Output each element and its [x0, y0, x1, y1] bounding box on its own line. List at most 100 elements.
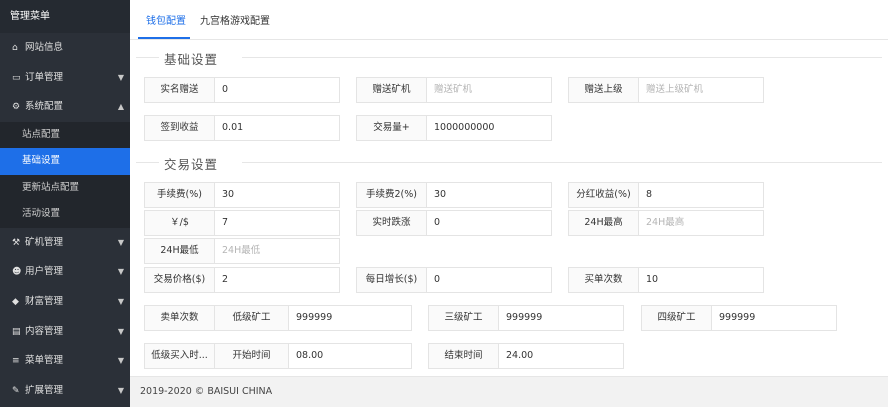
users-icon: ☻: [12, 267, 22, 278]
main-content: 钱包配置 九宫格游戏配置 基础设置 实名赠送 0 赠送矿机 赠送矿机 赠送上级 …: [130, 0, 888, 407]
24h-low-input[interactable]: 24H最低: [215, 239, 339, 263]
sidebar-item-system-config[interactable]: ⚙ 系统配置 ▲: [0, 92, 130, 122]
field-trade-volume: 交易量+ 1000000000: [356, 115, 552, 141]
sidebar-item-users[interactable]: ☻ 用户管理 ▼: [0, 257, 130, 287]
sidebar-item-wealth[interactable]: ◆ 财富管理 ▼: [0, 287, 130, 317]
sidebar-subitem-activity-settings[interactable]: 活动设置: [0, 201, 130, 228]
gift-upline-input[interactable]: 赠送上级矿机: [639, 78, 763, 102]
chevron-down-icon: ▼: [117, 267, 124, 277]
field-realtime-change: 实时跌涨 0: [356, 210, 552, 236]
checkin-reward-input[interactable]: 0.01: [215, 116, 339, 140]
chevron-down-icon: ▼: [117, 385, 124, 395]
realtime-change-input[interactable]: 0: [427, 211, 551, 235]
footer: 2019-2020 © BAISUI CHINA: [130, 376, 888, 407]
field-label: 交易价格($): [145, 268, 215, 292]
field-end-time: 结束时间 24.00: [428, 343, 624, 369]
section-divider: [242, 162, 882, 163]
field-buy-count: 买单次数 10: [568, 267, 764, 293]
section-title-basic: 基础设置: [164, 52, 219, 67]
field-fee-2: 手续费2(%) 30: [356, 182, 552, 208]
section-divider: [242, 57, 882, 58]
trade-volume-input[interactable]: 1000000000: [427, 116, 551, 140]
field-level-4-miner: 四级矿工 999999: [641, 305, 837, 331]
sidebar-subitem-basic-settings[interactable]: 基础设置: [0, 148, 130, 175]
chevron-down-icon: ▼: [117, 237, 124, 247]
field-level-3-miner: 三级矿工 999999: [428, 305, 624, 331]
credit-card-icon: ▭: [12, 72, 21, 83]
section-title-trade: 交易设置: [164, 157, 219, 172]
level-3-miner-input[interactable]: 999999: [499, 306, 623, 330]
home-icon: ⌂: [12, 43, 18, 53]
fee-input[interactable]: 30: [215, 183, 339, 207]
field-gift-miner: 赠送矿机 赠送矿机: [356, 77, 552, 103]
dividend-input[interactable]: 8: [639, 183, 763, 207]
gift-miner-input[interactable]: 赠送矿机: [427, 78, 551, 102]
field-label: 交易量+: [357, 116, 427, 140]
sidebar-subitem-site-config[interactable]: 站点配置: [0, 121, 130, 149]
sidebar-item-miners[interactable]: ⚒ 矿机管理 ▼: [0, 228, 130, 258]
field-label: 每日增长($): [357, 268, 427, 292]
section-divider: [136, 162, 159, 163]
field-exchange-rate: ￥/$ 7: [144, 210, 340, 236]
field-label: 卖单次数: [145, 306, 215, 330]
field-low-buy-time: 低级买入时... 开始时间 08.00: [144, 343, 412, 369]
field-label: 买单次数: [569, 268, 639, 292]
end-time-input[interactable]: 24.00: [499, 344, 623, 368]
sidebar-item-label: 扩展管理: [25, 384, 64, 396]
sidebar-item-label: 矿机管理: [25, 236, 64, 248]
field-daily-growth: 每日增长($) 0: [356, 267, 552, 293]
sidebar-item-content[interactable]: ▤ 内容管理 ▼: [0, 317, 130, 347]
level-4-miner-input[interactable]: 999999: [712, 306, 836, 330]
sidebar-item-label: 网站信息: [25, 42, 64, 53]
buy-count-input[interactable]: 10: [639, 268, 763, 292]
field-label: 赠送上级: [569, 78, 639, 102]
field-real-name-gift: 实名赠送 0: [144, 77, 340, 103]
field-checkin-reward: 签到收益 0.01: [144, 115, 340, 141]
sidebar: 管理菜单 ⌂ 网站信息 ▭ 订单管理 ▼ ⚙ 系统配置 ▲ 站点配置 基础设置 更新站…: [0, 0, 130, 407]
sidebar-item-label: 系统配置: [25, 101, 64, 113]
field-dividend: 分红收益(%) 8: [568, 182, 764, 208]
exchange-rate-input[interactable]: 7: [215, 211, 339, 235]
sidebar-item-site-info[interactable]: ⌂ 网站信息: [0, 33, 130, 63]
tab-bar: 钱包配置 九宫格游戏配置: [130, 0, 888, 40]
field-label: 实时跌涨: [357, 211, 427, 235]
field-label: ￥/$: [145, 211, 215, 235]
sidebar-title: 管理菜单: [0, 0, 130, 33]
sidebar-item-orders[interactable]: ▭ 订单管理 ▼: [0, 63, 130, 93]
24h-high-input[interactable]: 24H最高: [639, 211, 763, 235]
trade-price-input[interactable]: 2: [215, 268, 339, 292]
field-fee: 手续费(%) 30: [144, 182, 340, 208]
daily-growth-input[interactable]: 0: [427, 268, 551, 292]
pickaxe-icon: ⚒: [12, 237, 21, 248]
field-label: 手续费2(%): [357, 183, 427, 207]
sidebar-item-menu[interactable]: ≡ 菜单管理 ▼: [0, 346, 130, 376]
sidebar-subitem-update-site-config[interactable]: 更新站点配置: [0, 174, 130, 202]
field-label: 24H最高: [569, 211, 639, 235]
field-label: 结束时间: [429, 344, 499, 368]
field-label: 手续费(%): [145, 183, 215, 207]
low-level-miner-input[interactable]: 999999: [289, 306, 411, 330]
gears-icon: ⚙: [12, 102, 21, 113]
chevron-down-icon: ▼: [117, 296, 124, 306]
field-gift-upline: 赠送上级 赠送上级矿机: [568, 77, 764, 103]
list-icon: ≡: [12, 356, 20, 367]
field-label: 三级矿工: [429, 306, 499, 330]
tab-grid-game-config[interactable]: 九宫格游戏配置: [200, 12, 270, 27]
chevron-up-icon: ▲: [117, 102, 124, 112]
start-time-input[interactable]: 08.00: [289, 344, 411, 368]
copyright-text: 2019-2020 © BAISUI CHINA: [140, 386, 273, 397]
sidebar-item-label: 用户管理: [25, 266, 64, 278]
sidebar-item-extensions[interactable]: ✎ 扩展管理 ▼: [0, 376, 130, 406]
field-label: 24H最低: [145, 239, 215, 263]
field-label: 实名赠送: [145, 78, 215, 102]
field-label: 开始时间: [215, 344, 289, 368]
field-label: 低级矿工: [215, 306, 289, 330]
field-label: 低级买入时...: [145, 344, 215, 368]
tab-wallet-config[interactable]: 钱包配置: [146, 12, 186, 27]
chevron-down-icon: ▼: [117, 356, 124, 366]
chevron-down-icon: ▼: [117, 72, 124, 82]
fee-2-input[interactable]: 30: [427, 183, 551, 207]
field-label: 四级矿工: [642, 306, 712, 330]
field-sell-count: 卖单次数 低级矿工 999999: [144, 305, 412, 331]
real-name-gift-input[interactable]: 0: [215, 78, 339, 102]
